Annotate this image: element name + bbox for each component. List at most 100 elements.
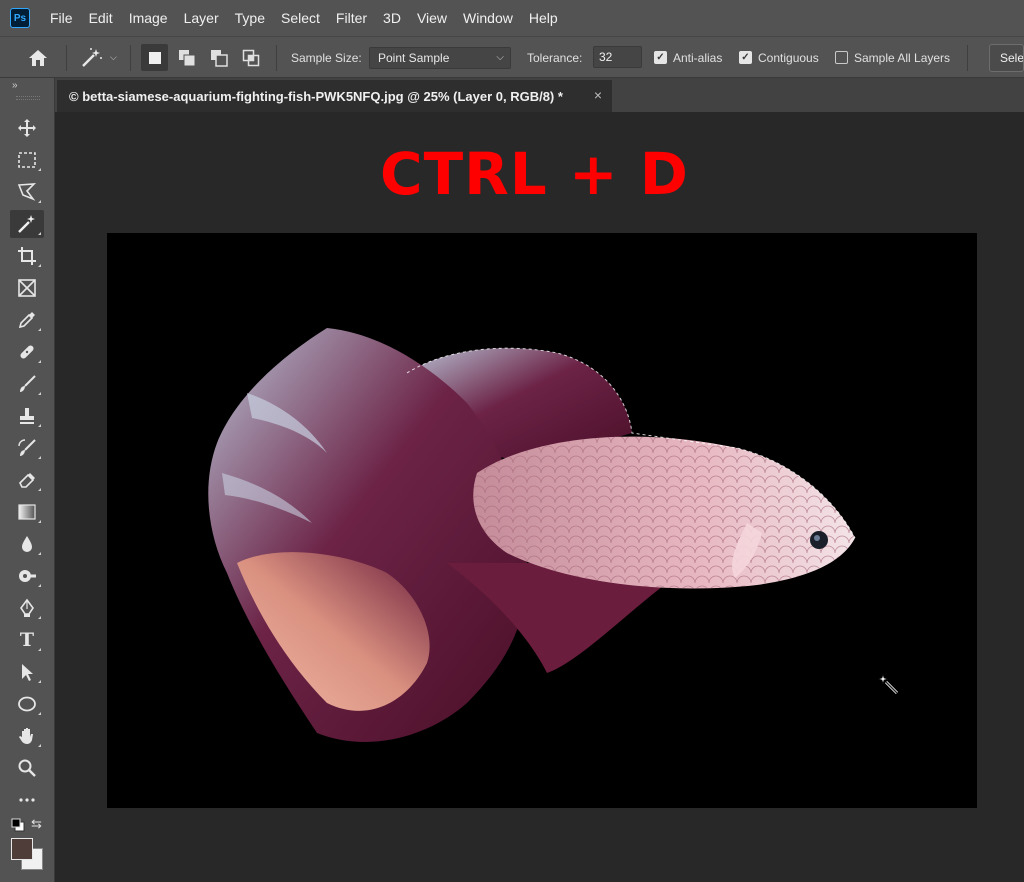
healing-brush-tool[interactable] (10, 338, 44, 366)
new-selection-button[interactable] (141, 44, 168, 71)
tool-flyout-indicator (38, 328, 41, 331)
hand-icon (19, 728, 33, 744)
frame-icon (18, 279, 36, 297)
menu-file[interactable]: File (42, 0, 81, 36)
menu-bar: Ps File Edit Image Layer Type Select Fil… (0, 0, 1024, 36)
menu-3d[interactable]: 3D (375, 0, 409, 36)
swap-colors-icon[interactable]: ⇆ (31, 816, 42, 832)
eyedropper-icon (18, 312, 35, 329)
gradient-tool[interactable] (10, 498, 44, 526)
checkbox-checked-icon: ✓ (739, 51, 752, 64)
brush-icon (20, 375, 36, 392)
sample-size-select[interactable]: Point Sample ⌵ (369, 47, 511, 69)
menu-window[interactable]: Window (455, 0, 521, 36)
tolerance-input[interactable]: 32 (593, 46, 642, 68)
frame-tool[interactable] (10, 274, 44, 302)
tool-flyout-indicator (38, 456, 41, 459)
add-to-selection-icon (178, 49, 195, 66)
collapse-panel-icon[interactable]: » (12, 80, 18, 91)
marquee-tool[interactable] (10, 146, 44, 174)
history-brush-icon (18, 439, 36, 456)
subtract-from-selection-button[interactable] (205, 44, 232, 71)
subtract-from-selection-icon (210, 49, 228, 67)
tool-flyout-indicator (38, 168, 41, 171)
panel-grip[interactable] (16, 96, 40, 100)
menu-help[interactable]: Help (521, 0, 566, 36)
document-canvas[interactable] (107, 233, 977, 808)
document-tab-bar: © betta-siamese-aquarium-fighting-fish-P… (55, 78, 1024, 112)
more-icon (19, 798, 35, 802)
menu-image[interactable]: Image (121, 0, 176, 36)
tools-panel: » T ⇆ (0, 78, 55, 882)
eraser-tool[interactable] (10, 466, 44, 494)
ellipse-tool[interactable] (10, 690, 44, 718)
clone-stamp-tool[interactable] (10, 402, 44, 430)
type-tool[interactable]: T (10, 626, 44, 654)
options-bar: ⌵ Sample Size: Point Sample ⌵ Tolerance:… (0, 36, 1024, 78)
menu-view[interactable]: View (409, 0, 455, 36)
chevron-down-icon: ⌵ (496, 52, 504, 63)
move-tool[interactable] (10, 114, 44, 142)
tool-flyout-indicator (38, 712, 41, 715)
options-separator (130, 45, 131, 71)
intersect-selection-button[interactable] (237, 44, 264, 71)
anti-alias-checkbox[interactable]: ✓ Anti-alias (654, 37, 722, 78)
intersect-selection-icon (242, 49, 259, 66)
contiguous-checkbox[interactable]: ✓ Contiguous (739, 37, 819, 78)
options-separator (276, 45, 277, 71)
zoom-tool[interactable] (10, 754, 44, 782)
tool-flyout-indicator (38, 744, 41, 747)
menu-select[interactable]: Select (273, 0, 328, 36)
brush-tool[interactable] (10, 370, 44, 398)
edit-toolbar-button[interactable] (10, 786, 44, 814)
options-separator (967, 45, 968, 71)
tool-flyout-indicator (38, 648, 41, 651)
dodge-icon (19, 570, 36, 582)
sample-all-layers-checkbox[interactable]: Sample All Layers (835, 37, 950, 78)
home-icon (29, 49, 47, 66)
tool-flyout-indicator (38, 616, 41, 619)
tolerance-label: Tolerance: (527, 50, 583, 65)
tool-flyout-indicator (38, 392, 41, 395)
menu-type[interactable]: Type (227, 0, 273, 36)
add-to-selection-button[interactable] (173, 44, 200, 71)
sample-size-label: Sample Size: (291, 50, 362, 65)
crop-tool[interactable] (10, 242, 44, 270)
photoshop-logo: Ps (10, 8, 30, 28)
magnifier-icon (18, 759, 36, 777)
blur-tool[interactable] (10, 530, 44, 558)
tool-flyout-indicator (38, 232, 41, 235)
lasso-tool[interactable] (10, 178, 44, 206)
move-icon (18, 119, 36, 137)
document-tab[interactable]: © betta-siamese-aquarium-fighting-fish-P… (57, 80, 612, 112)
menu-edit[interactable]: Edit (81, 0, 121, 36)
document-tab-title: © betta-siamese-aquarium-fighting-fish-P… (69, 88, 563, 104)
close-icon[interactable]: × (594, 87, 602, 103)
menu-layer[interactable]: Layer (176, 0, 227, 36)
default-colors-icon[interactable] (11, 818, 25, 832)
history-brush-tool[interactable] (10, 434, 44, 462)
select-subject-button[interactable]: Select Subject (989, 44, 1024, 72)
pen-tool[interactable] (10, 594, 44, 622)
magic-wand-icon (82, 47, 102, 67)
eyedropper-tool[interactable] (10, 306, 44, 334)
tool-flyout-indicator (38, 360, 41, 363)
hand-tool[interactable] (10, 722, 44, 750)
rectangular-marquee-icon (18, 152, 36, 168)
arrow-cursor-icon (22, 664, 33, 681)
tool-flyout-indicator (38, 584, 41, 587)
magic-wand-cursor-icon (878, 674, 899, 695)
crop-icon (18, 247, 36, 265)
menu-filter[interactable]: Filter (328, 0, 375, 36)
home-button[interactable] (27, 37, 49, 78)
dodge-tool[interactable] (10, 562, 44, 590)
magic-wand-tool[interactable] (10, 210, 44, 238)
polygonal-lasso-icon (17, 183, 37, 201)
tool-flyout-indicator (38, 552, 41, 555)
eraser-icon (19, 473, 35, 488)
magic-wand-icon (18, 215, 35, 233)
path-selection-tool[interactable] (10, 658, 44, 686)
bandage-icon (20, 345, 34, 359)
foreground-color-swatch[interactable] (11, 838, 33, 860)
tool-preset-picker[interactable]: ⌵ (80, 37, 117, 78)
